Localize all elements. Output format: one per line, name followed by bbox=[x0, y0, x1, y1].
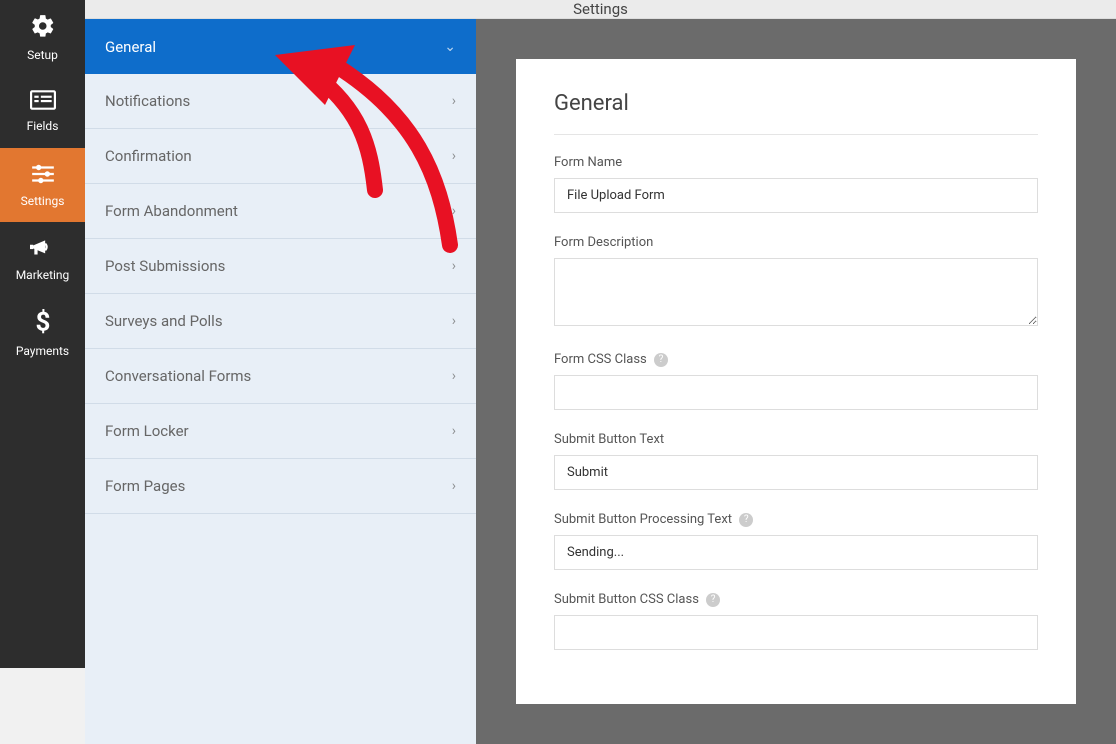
header-bar: Settings bbox=[85, 0, 1116, 19]
nav-setup-label: Setup bbox=[27, 48, 58, 62]
form-name-label: Form Name bbox=[554, 155, 1038, 170]
settings-item-post-submissions[interactable]: Post Submissions › bbox=[85, 239, 476, 294]
submit-button-css-class-input[interactable] bbox=[554, 615, 1038, 650]
list-icon bbox=[30, 90, 56, 113]
settings-item-label: Form Abandonment bbox=[105, 202, 238, 220]
content-area: Settings General ⌄ Notifications › Confi… bbox=[85, 0, 1116, 668]
help-icon[interactable]: ? bbox=[654, 353, 668, 367]
header-title: Settings bbox=[573, 0, 628, 18]
form-css-class-input[interactable] bbox=[554, 375, 1038, 410]
chevron-right-icon: › bbox=[452, 93, 456, 109]
nav-fields-label: Fields bbox=[27, 119, 59, 133]
settings-item-general[interactable]: General ⌄ bbox=[85, 19, 476, 74]
settings-item-label: Confirmation bbox=[105, 147, 192, 165]
settings-item-label: Notifications bbox=[105, 92, 190, 110]
settings-item-notifications[interactable]: Notifications › bbox=[85, 74, 476, 129]
settings-item-confirmation[interactable]: Confirmation › bbox=[85, 129, 476, 184]
nav-fields[interactable]: Fields bbox=[0, 74, 85, 148]
label-text: Form CSS Class bbox=[554, 352, 647, 367]
chevron-right-icon: › bbox=[452, 478, 456, 494]
settings-item-label: Post Submissions bbox=[105, 257, 225, 275]
settings-item-form-abandonment[interactable]: Form Abandonment › bbox=[85, 184, 476, 239]
chevron-down-icon: ⌄ bbox=[444, 39, 456, 55]
submit-button-text-input[interactable] bbox=[554, 455, 1038, 490]
field-form-description: Form Description bbox=[554, 235, 1038, 330]
svg-text:$: $ bbox=[35, 309, 50, 335]
field-submit-button-css-class: Submit Button CSS Class ? bbox=[554, 592, 1038, 650]
chevron-right-icon: › bbox=[452, 368, 456, 384]
settings-item-label: Form Locker bbox=[105, 422, 189, 440]
chevron-right-icon: › bbox=[452, 423, 456, 439]
field-submit-button-processing-text: Submit Button Processing Text ? bbox=[554, 512, 1038, 570]
bullhorn-icon bbox=[30, 237, 56, 262]
settings-nav: General ⌄ Notifications › Confirmation ›… bbox=[85, 19, 476, 744]
submit-button-text-label: Submit Button Text bbox=[554, 432, 1038, 447]
nav-payments[interactable]: $ Payments bbox=[0, 296, 85, 370]
chevron-right-icon: › bbox=[452, 313, 456, 329]
settings-item-form-locker[interactable]: Form Locker › bbox=[85, 404, 476, 459]
submit-button-processing-text-label: Submit Button Processing Text ? bbox=[554, 512, 1038, 527]
settings-item-surveys-polls[interactable]: Surveys and Polls › bbox=[85, 294, 476, 349]
settings-item-label: General bbox=[105, 38, 156, 56]
field-form-css-class: Form CSS Class ? bbox=[554, 352, 1038, 410]
nav-settings-label: Settings bbox=[21, 194, 65, 208]
chevron-right-icon: › bbox=[452, 203, 456, 219]
settings-item-label: Surveys and Polls bbox=[105, 312, 223, 330]
form-card: General Form Name Form Description Form … bbox=[516, 59, 1076, 704]
settings-item-label: Conversational Forms bbox=[105, 367, 251, 385]
field-form-name: Form Name bbox=[554, 155, 1038, 213]
form-description-input[interactable] bbox=[554, 258, 1038, 326]
nav-payments-label: Payments bbox=[16, 344, 69, 358]
settings-item-label: Form Pages bbox=[105, 477, 185, 495]
settings-item-form-pages[interactable]: Form Pages › bbox=[85, 459, 476, 514]
field-submit-button-text: Submit Button Text bbox=[554, 432, 1038, 490]
help-icon[interactable]: ? bbox=[706, 593, 720, 607]
gear-icon bbox=[30, 13, 56, 42]
label-text: Submit Button Processing Text bbox=[554, 512, 732, 527]
chevron-right-icon: › bbox=[452, 258, 456, 274]
dollar-icon: $ bbox=[35, 309, 51, 338]
sliders-icon bbox=[30, 163, 56, 188]
submit-button-css-class-label: Submit Button CSS Class ? bbox=[554, 592, 1038, 607]
left-nav: Setup Fields Settings Marketing $ Paymen… bbox=[0, 0, 85, 668]
app-root: Setup Fields Settings Marketing $ Paymen… bbox=[0, 0, 1116, 668]
submit-button-processing-text-input[interactable] bbox=[554, 535, 1038, 570]
form-css-class-label: Form CSS Class ? bbox=[554, 352, 1038, 367]
nav-setup[interactable]: Setup bbox=[0, 0, 85, 74]
form-description-label: Form Description bbox=[554, 235, 1038, 250]
panel-heading: General bbox=[554, 91, 1038, 135]
help-icon[interactable]: ? bbox=[739, 513, 753, 527]
chevron-right-icon: › bbox=[452, 148, 456, 164]
settings-item-conversational-forms[interactable]: Conversational Forms › bbox=[85, 349, 476, 404]
body-area: General ⌄ Notifications › Confirmation ›… bbox=[85, 19, 1116, 744]
nav-settings[interactable]: Settings bbox=[0, 148, 85, 222]
label-text: Submit Button CSS Class bbox=[554, 592, 699, 607]
nav-marketing[interactable]: Marketing bbox=[0, 222, 85, 296]
form-name-input[interactable] bbox=[554, 178, 1038, 213]
nav-marketing-label: Marketing bbox=[16, 268, 70, 282]
form-panel: General Form Name Form Description Form … bbox=[476, 19, 1116, 744]
